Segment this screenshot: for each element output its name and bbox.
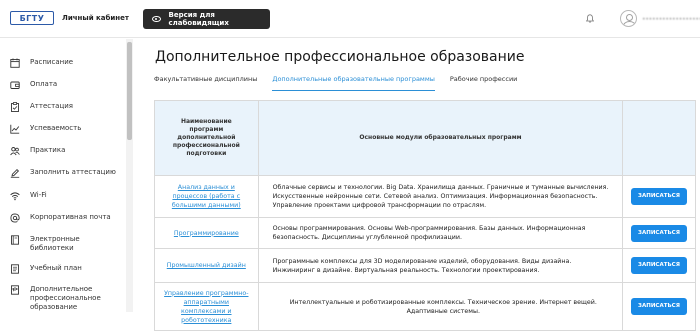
clipboard-icon (11, 102, 19, 112)
logo-mark: БГТУ (10, 11, 54, 25)
table-header: Наименование программ дополнительной про… (155, 101, 695, 176)
sidebar-item-payment[interactable]: Оплата (10, 80, 120, 90)
bell-icon[interactable] (586, 14, 594, 23)
column-header-program: Наименование программ дополнительной про… (155, 101, 259, 175)
sidebar-item-libraries[interactable]: Электронные библиотеки (10, 235, 120, 253)
table-row: Управление программно-аппаратными компле… (155, 283, 695, 331)
program-modules: Интеллектуальные и роботизированные комп… (259, 283, 623, 330)
sidebar-item-label: Практика (30, 146, 66, 154)
sidebar-item-label: Оплата (30, 80, 58, 88)
graduation-icon (11, 285, 19, 295)
program-link[interactable]: Промышленный дизайн (167, 261, 246, 270)
sidebar-item-label: Электронные библиотеки (30, 235, 80, 252)
top-bar: БГТУ Личный кабинет Версия для слабовидя… (0, 0, 700, 38)
wifi-icon (10, 192, 20, 201)
program-modules: Основы программирования. Основы Web-прог… (259, 218, 623, 248)
wallet-icon (10, 81, 20, 89)
sidebar-item-curriculum[interactable]: Учебный план (10, 264, 120, 274)
cabinet-title: Личный кабинет (62, 14, 129, 22)
sidebar-item-schedule[interactable]: Расписание (10, 58, 120, 68)
page-title: Дополнительное профессиональное образова… (155, 49, 525, 65)
sidebar-item-label: Корпоративная почта (30, 213, 111, 221)
sidebar-item-attestation[interactable]: Аттестация (10, 102, 120, 112)
calendar-icon (10, 58, 20, 68)
people-icon (10, 147, 20, 156)
tab-optional-disciplines[interactable]: Факультативные дисциплины (154, 75, 257, 91)
eye-icon (152, 16, 161, 22)
sidebar-item-wifi[interactable]: Wi-Fi (10, 191, 120, 201)
signup-button[interactable]: ЗАПИСАТЬСЯ (631, 188, 687, 205)
tabs: Факультативные дисциплины Дополнительные… (154, 75, 532, 91)
edit-icon (10, 168, 20, 178)
sidebar-item-label: Расписание (30, 58, 74, 66)
avatar[interactable] (620, 10, 637, 27)
tab-additional-programs[interactable]: Дополнительные образовательные программы (272, 75, 435, 91)
program-link[interactable]: Программирование (174, 229, 239, 238)
column-header-action (623, 101, 695, 175)
sidebar-item-label: Wi-Fi (30, 191, 47, 199)
chart-icon (10, 124, 20, 134)
program-link[interactable]: Управление программно-аппаратными компле… (163, 289, 250, 325)
sidebar-item-label: Заполнить аттестацию (30, 168, 116, 176)
signup-button[interactable]: ЗАПИСАТЬСЯ (631, 298, 687, 315)
accessibility-button[interactable]: Версия для слабовидящих (143, 9, 270, 29)
column-header-modules: Основные модули образовательных программ (259, 101, 624, 175)
sidebar-item-label: Дополнительное профессиональное образова… (30, 285, 101, 311)
table-row: Анализ данных и процессов (работа с боль… (155, 176, 695, 218)
programs-table: Наименование программ дополнительной про… (154, 100, 696, 331)
username[interactable]: •••••••••••••••••• (642, 16, 700, 23)
university-logo[interactable]: БГТУ (10, 11, 54, 25)
at-icon (10, 213, 20, 223)
document-icon (11, 264, 19, 274)
tab-working-professions[interactable]: Рабочие профессии (450, 75, 518, 91)
book-icon (11, 235, 19, 245)
sidebar-item-mail[interactable]: Корпоративная почта (10, 213, 120, 223)
sidebar-item-label: Успеваемость (30, 124, 82, 132)
sidebar-item-dpo[interactable]: Дополнительное профессиональное образова… (10, 285, 120, 312)
table-row: Программирование Основы программирования… (155, 218, 695, 249)
signup-button[interactable]: ЗАПИСАТЬСЯ (631, 257, 687, 274)
sidebar-item-performance[interactable]: Успеваемость (10, 124, 120, 134)
sidebar-item-practice[interactable]: Практика (10, 146, 120, 156)
sidebar: Расписание Оплата Аттестация Успеваемост… (0, 39, 128, 312)
signup-button[interactable]: ЗАПИСАТЬСЯ (631, 224, 687, 242)
program-modules: Облачные сервисы и технологии. Big Data.… (259, 176, 623, 217)
sidebar-scrollbar-thumb[interactable] (127, 42, 132, 140)
main-content: Дополнительное профессиональное образова… (140, 39, 700, 331)
table-row: Промышленный дизайн Программные комплекс… (155, 249, 695, 283)
program-modules: Программные комплексы для 3D моделирован… (259, 249, 623, 282)
sidebar-item-label: Аттестация (30, 102, 73, 110)
sidebar-item-fill-attestation[interactable]: Заполнить аттестацию (10, 168, 120, 178)
sidebar-item-label: Учебный план (30, 264, 82, 272)
accessibility-label: Версия для слабовидящих (168, 11, 229, 27)
program-link[interactable]: Анализ данных и процессов (работа с боль… (163, 183, 250, 210)
